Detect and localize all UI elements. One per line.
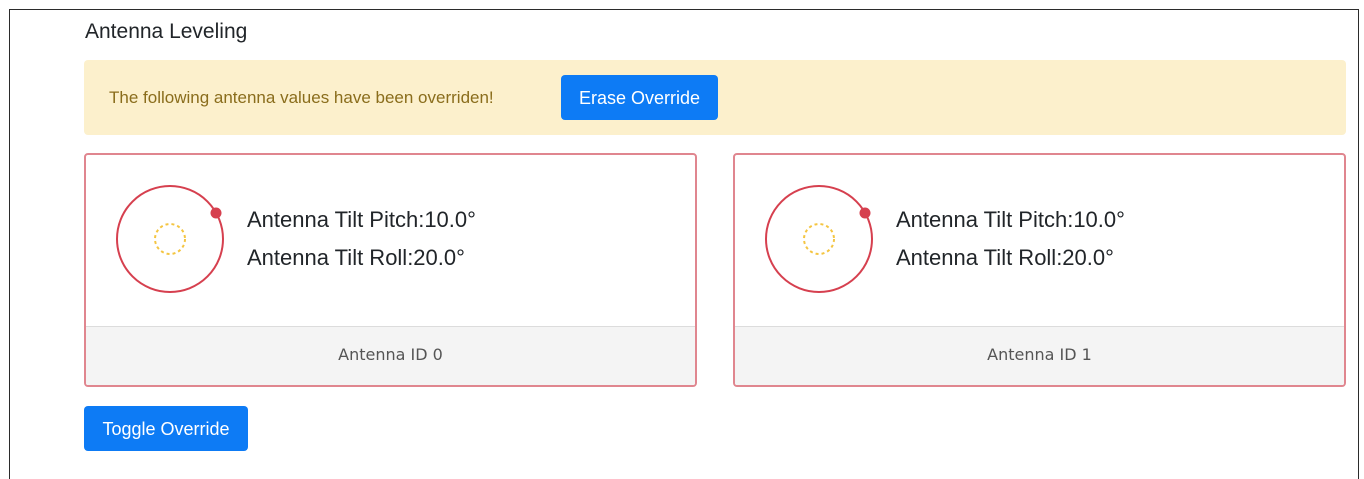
tilt-roll-label: Antenna Tilt Roll:20.0°	[247, 245, 465, 270]
tilt-roll-label: Antenna Tilt Roll:20.0°	[896, 245, 1114, 270]
tilt-gauge	[765, 185, 873, 293]
alert-message: The following antenna values have been o…	[109, 88, 494, 107]
tilt-readout: Antenna Tilt Pitch:10.0° Antenna Tilt Ro…	[247, 203, 476, 279]
gauge-center-target	[154, 223, 186, 255]
card-body: Antenna Tilt Pitch:10.0° Antenna Tilt Ro…	[735, 155, 1344, 329]
page-title: Antenna Leveling	[85, 20, 248, 43]
tilt-pitch-label: Antenna Tilt Pitch:10.0°	[896, 207, 1125, 232]
gauge-ring	[765, 185, 873, 293]
antenna-id-footer: Antenna ID 1	[735, 326, 1344, 385]
tilt-pitch-label: Antenna Tilt Pitch:10.0°	[247, 207, 476, 232]
gauge-center-target	[803, 223, 835, 255]
erase-override-button[interactable]: Erase Override	[561, 75, 718, 120]
tilt-readout: Antenna Tilt Pitch:10.0° Antenna Tilt Ro…	[896, 203, 1125, 279]
tilt-gauge	[116, 185, 224, 293]
tilt-indicator-dot	[210, 207, 222, 219]
override-alert: The following antenna values have been o…	[84, 60, 1346, 135]
tilt-indicator-dot	[859, 207, 871, 219]
card-body: Antenna Tilt Pitch:10.0° Antenna Tilt Ro…	[86, 155, 695, 329]
antenna-card-1: Antenna Tilt Pitch:10.0° Antenna Tilt Ro…	[733, 153, 1346, 387]
gauge-ring	[116, 185, 224, 293]
antenna-id-footer: Antenna ID 0	[86, 326, 695, 385]
antenna-card-0: Antenna Tilt Pitch:10.0° Antenna Tilt Ro…	[84, 153, 697, 387]
toggle-override-button[interactable]: Toggle Override	[84, 406, 248, 451]
